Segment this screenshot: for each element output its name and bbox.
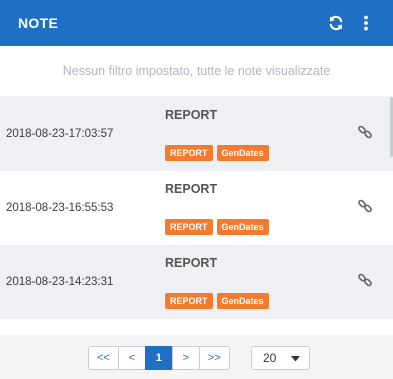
next-page-button[interactable]: > — [171, 346, 200, 370]
note-tags: REPORT GenDates — [165, 145, 269, 161]
tag-badge: REPORT — [165, 219, 213, 235]
note-tags: REPORT GenDates — [165, 219, 269, 235]
pagination: << < 1 > >> — [88, 346, 230, 370]
app-header: NOTE — [0, 0, 393, 46]
note-title: REPORT — [165, 256, 218, 270]
link-icon[interactable] — [357, 198, 373, 214]
note-row-partial — [0, 319, 393, 335]
note-date: 2018-08-23-17:03:57 — [6, 128, 114, 140]
more-vertical-icon[interactable] — [357, 14, 375, 32]
note-date: 2018-08-23-14:23:31 — [6, 276, 114, 288]
note-tags: REPORT GenDates — [165, 293, 269, 309]
caret-down-icon — [291, 349, 300, 367]
panel-title: NOTE — [18, 15, 59, 31]
note-row[interactable]: 2018-08-23-14:23:31 REPORT REPORT GenDat… — [0, 245, 393, 319]
tag-badge: GenDates — [216, 145, 269, 161]
prev-page-button[interactable]: < — [117, 346, 146, 370]
filter-status-text: Nessun filtro impostato, tutte le note v… — [62, 64, 331, 78]
pagination-bar: << < 1 > >> 20 — [0, 335, 393, 379]
last-page-button[interactable]: >> — [198, 346, 230, 370]
note-date: 2018-08-23-16:55:53 — [6, 202, 114, 214]
page-size-select[interactable]: 20 — [251, 346, 310, 370]
tag-badge: REPORT — [165, 293, 213, 309]
link-icon[interactable] — [357, 272, 373, 288]
first-page-button[interactable]: << — [88, 346, 119, 370]
refresh-icon[interactable] — [327, 14, 345, 32]
page-size-value: 20 — [263, 351, 277, 365]
notes-list: 2018-08-23-17:03:57 REPORT REPORT GenDat… — [0, 97, 393, 335]
note-row[interactable]: 2018-08-23-16:55:53 REPORT REPORT GenDat… — [0, 171, 393, 245]
link-icon[interactable] — [357, 124, 373, 140]
filter-status-bar: Nessun filtro impostato, tutte le note v… — [0, 46, 393, 96]
note-row[interactable]: 2018-08-23-17:03:57 REPORT REPORT GenDat… — [0, 97, 393, 171]
note-title: REPORT — [165, 182, 218, 196]
current-page-button[interactable]: 1 — [144, 346, 173, 370]
tag-badge: GenDates — [216, 293, 269, 309]
tag-badge: REPORT — [165, 145, 213, 161]
note-title: REPORT — [165, 108, 218, 122]
tag-badge: GenDates — [216, 219, 269, 235]
header-actions — [327, 14, 375, 32]
